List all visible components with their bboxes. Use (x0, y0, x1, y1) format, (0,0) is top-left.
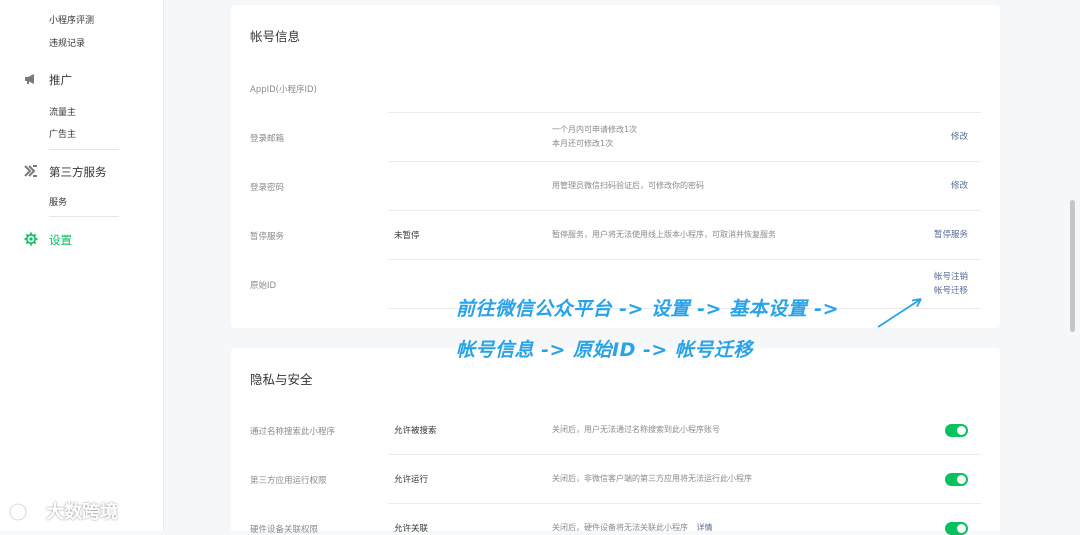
row-divider (388, 210, 981, 211)
row-label-name-search: 通过名称搜索此小程序 (250, 427, 336, 437)
account-cancel-link[interactable]: 帐号注销 (934, 270, 968, 284)
sidebar-item-advertiser[interactable]: 广告主 (49, 127, 76, 140)
row-divider (388, 161, 981, 162)
modify-email-link[interactable]: 修改 (951, 130, 968, 144)
account-migrate-link[interactable]: 帐号迁移 (934, 284, 968, 298)
row-label-login-email: 登录邮箱 (250, 134, 285, 144)
row-label-third-party-run: 第三方应用运行权限 (250, 476, 327, 486)
row-label-login-password: 登录密码 (250, 183, 285, 193)
row-divider (388, 112, 981, 113)
row-label-hardware-link: 硬件设备关联权限 (250, 525, 319, 535)
sidebar-section-promotion[interactable]: 推广 (49, 72, 72, 88)
annotation-line-1: 前往微信公众平台 -> 设置 -> 基本设置 -> (456, 298, 839, 320)
sidebar-item-violation-records[interactable]: 违规记录 (49, 36, 85, 49)
annotation-arrow-icon (877, 298, 922, 328)
hardware-link-toggle[interactable] (945, 522, 968, 535)
megaphone-icon (25, 74, 34, 84)
sidebar-item-traffic-owner[interactable]: 流量主 (49, 105, 76, 118)
annotation-line-2: 帐号信息 -> 原始ID -> 帐号迁移 (456, 339, 753, 361)
privacy-security-card: 隐私与安全 通过名称搜索此小程序 允许被搜索 关闭后，用户无法通过名称搜索到此小… (231, 348, 1000, 535)
sidebar-item-service[interactable]: 服务 (49, 195, 67, 208)
row-desc-login-password: 用管理员微信扫码验证后，可修改你的密码 (552, 181, 704, 190)
vertical-scrollbar[interactable] (1070, 200, 1075, 332)
row-desc-hardware-link: 关闭后，硬件设备将无法关联此小程序 详情 (552, 521, 713, 535)
gear-icon (24, 232, 38, 246)
privacy-security-title: 隐私与安全 (250, 372, 313, 387)
sidebar-section-third-party[interactable]: 第三方服务 (49, 164, 107, 180)
row-value-third-party-run: 允许运行 (394, 475, 429, 485)
original-id-actions: 帐号注销 帐号迁移 (934, 270, 968, 298)
row-desc-pause-service: 暂停服务，用户将无法使用线上版本小程序，可取消并恢复服务 (552, 230, 776, 239)
row-desc-name-search: 关闭后，用户无法通过名称搜索到此小程序账号 (552, 425, 720, 434)
row-label-appid: AppID(小程序ID) (250, 85, 317, 95)
account-info-card: 帐号信息 AppID(小程序ID) 登录邮箱 一个月内可申请修改1次 本月还可修… (231, 5, 1000, 328)
row-value-hardware-link: 允许关联 (394, 524, 429, 534)
third-party-run-toggle[interactable] (945, 473, 968, 486)
row-desc-line: 一个月内可申请修改1次 (552, 125, 638, 134)
sidebar-item-mini-program-review[interactable]: 小程序评测 (49, 13, 94, 26)
row-desc-login-email: 一个月内可申请修改1次 本月还可修改1次 (552, 123, 637, 151)
sidebar: 小程序评测 违规记录 推广 流量主 广告主 第三方服务 服务 设置 (0, 0, 164, 531)
row-label-original-id: 原始ID (250, 281, 277, 291)
row-desc-line: 本月还可修改1次 (552, 139, 614, 148)
row-value-pause-service: 未暂停 (394, 231, 420, 241)
sidebar-divider (49, 216, 119, 217)
watermark: 大数跨境 (8, 497, 118, 525)
row-divider (388, 454, 981, 455)
modify-password-link[interactable]: 修改 (951, 179, 968, 193)
watermark-logo-icon (8, 501, 39, 522)
row-divider (388, 503, 981, 504)
account-info-title: 帐号信息 (250, 29, 301, 44)
third-party-icon (24, 165, 37, 177)
row-desc-third-party-run: 关闭后，非微信客户端的第三方应用将无法运行此小程序 (552, 474, 752, 483)
sidebar-section-settings[interactable]: 设置 (49, 232, 72, 248)
row-value-name-search: 允许被搜索 (394, 426, 437, 436)
sidebar-divider (49, 149, 119, 150)
row-label-pause-service: 暂停服务 (250, 232, 285, 242)
name-search-toggle[interactable] (945, 424, 968, 437)
row-divider (388, 259, 981, 260)
pause-service-link[interactable]: 暂停服务 (934, 228, 968, 242)
watermark-text: 大数跨境 (46, 502, 118, 523)
